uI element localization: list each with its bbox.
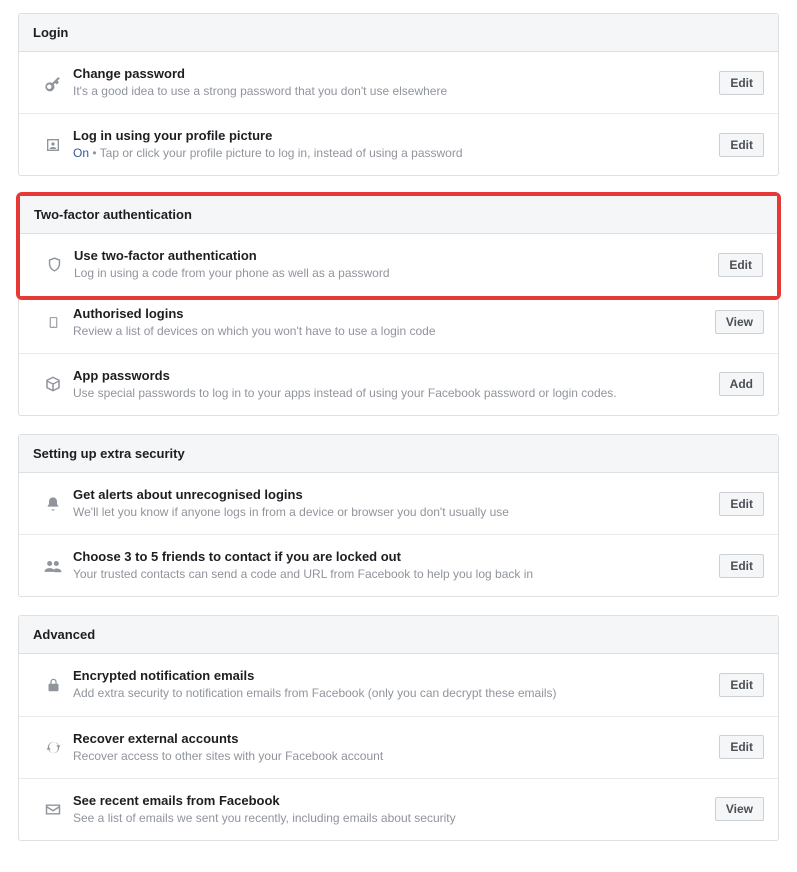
trusted-friends-title: Choose 3 to 5 friends to contact if you …: [73, 549, 709, 564]
key-icon: [33, 74, 73, 92]
advanced-section: Advanced Encrypted notification emails A…: [18, 615, 779, 841]
shield-icon: [34, 255, 74, 274]
app-passwords-desc: Use special passwords to log in to your …: [73, 385, 709, 401]
recent-emails-desc: See a list of emails we sent you recentl…: [73, 810, 705, 826]
two-factor-header: Two-factor authentication: [20, 196, 777, 234]
recover-accounts-title: Recover external accounts: [73, 731, 709, 746]
app-passwords-row[interactable]: App passwords Use special passwords to l…: [19, 354, 778, 415]
authorised-logins-title: Authorised logins: [73, 306, 705, 321]
recover-accounts-row[interactable]: Recover external accounts Recover access…: [19, 717, 778, 779]
envelope-icon: [33, 803, 73, 816]
two-factor-section: Two-factor authentication Use two-factor…: [20, 196, 777, 295]
profile-picture-login-desc: On • Tap or click your profile picture t…: [73, 145, 709, 161]
recover-accounts-edit-button[interactable]: Edit: [719, 735, 764, 759]
trusted-friends-desc: Your trusted contacts can send a code an…: [73, 566, 709, 582]
profile-picture-icon: [33, 137, 73, 153]
alerts-edit-button[interactable]: Edit: [719, 492, 764, 516]
alerts-row[interactable]: Get alerts about unrecognised logins We'…: [19, 473, 778, 535]
extra-security-section: Setting up extra security Get alerts abo…: [18, 434, 779, 597]
box-icon: [33, 375, 73, 393]
authorised-logins-row[interactable]: Authorised logins Review a list of devic…: [19, 292, 778, 354]
use-two-factor-row[interactable]: Use two-factor authentication Log in usi…: [20, 234, 777, 295]
recent-emails-row[interactable]: See recent emails from Facebook See a li…: [19, 779, 778, 840]
use-two-factor-edit-button[interactable]: Edit: [718, 253, 763, 277]
bell-icon: [33, 495, 73, 513]
login-header: Login: [19, 14, 778, 52]
status-on: On: [73, 146, 89, 160]
recent-emails-view-button[interactable]: View: [715, 797, 764, 821]
use-two-factor-desc: Log in using a code from your phone as w…: [74, 265, 708, 281]
profile-picture-login-title: Log in using your profile picture: [73, 128, 709, 143]
change-password-row[interactable]: Change password It's a good idea to use …: [19, 52, 778, 114]
recent-emails-title: See recent emails from Facebook: [73, 793, 705, 808]
alerts-desc: We'll let you know if anyone logs in fro…: [73, 504, 709, 520]
app-passwords-add-button[interactable]: Add: [719, 372, 764, 396]
two-factor-highlight: Two-factor authentication Use two-factor…: [16, 192, 781, 299]
login-section: Login Change password It's a good idea t…: [18, 13, 779, 176]
phone-icon: [33, 313, 73, 332]
friends-icon: [33, 559, 73, 573]
extra-security-header: Setting up extra security: [19, 435, 778, 473]
encrypted-emails-title: Encrypted notification emails: [73, 668, 709, 683]
recover-accounts-desc: Recover access to other sites with your …: [73, 748, 709, 764]
encrypted-emails-desc: Add extra security to notification email…: [73, 685, 709, 701]
authorised-logins-view-button[interactable]: View: [715, 310, 764, 334]
lock-icon: [33, 676, 73, 694]
use-two-factor-title: Use two-factor authentication: [74, 248, 708, 263]
app-passwords-title: App passwords: [73, 368, 709, 383]
trusted-friends-edit-button[interactable]: Edit: [719, 554, 764, 578]
alerts-title: Get alerts about unrecognised logins: [73, 487, 709, 502]
advanced-header: Advanced: [19, 616, 778, 654]
two-factor-sub-section: Authorised logins Review a list of devic…: [18, 292, 779, 416]
refresh-icon: [33, 739, 73, 756]
change-password-title: Change password: [73, 66, 709, 81]
encrypted-emails-row[interactable]: Encrypted notification emails Add extra …: [19, 654, 778, 716]
authorised-logins-desc: Review a list of devices on which you wo…: [73, 323, 705, 339]
change-password-desc: It's a good idea to use a strong passwor…: [73, 83, 709, 99]
encrypted-emails-edit-button[interactable]: Edit: [719, 673, 764, 697]
trusted-friends-row[interactable]: Choose 3 to 5 friends to contact if you …: [19, 535, 778, 596]
change-password-edit-button[interactable]: Edit: [719, 71, 764, 95]
profile-picture-edit-button[interactable]: Edit: [719, 133, 764, 157]
profile-picture-login-row[interactable]: Log in using your profile picture On • T…: [19, 114, 778, 175]
